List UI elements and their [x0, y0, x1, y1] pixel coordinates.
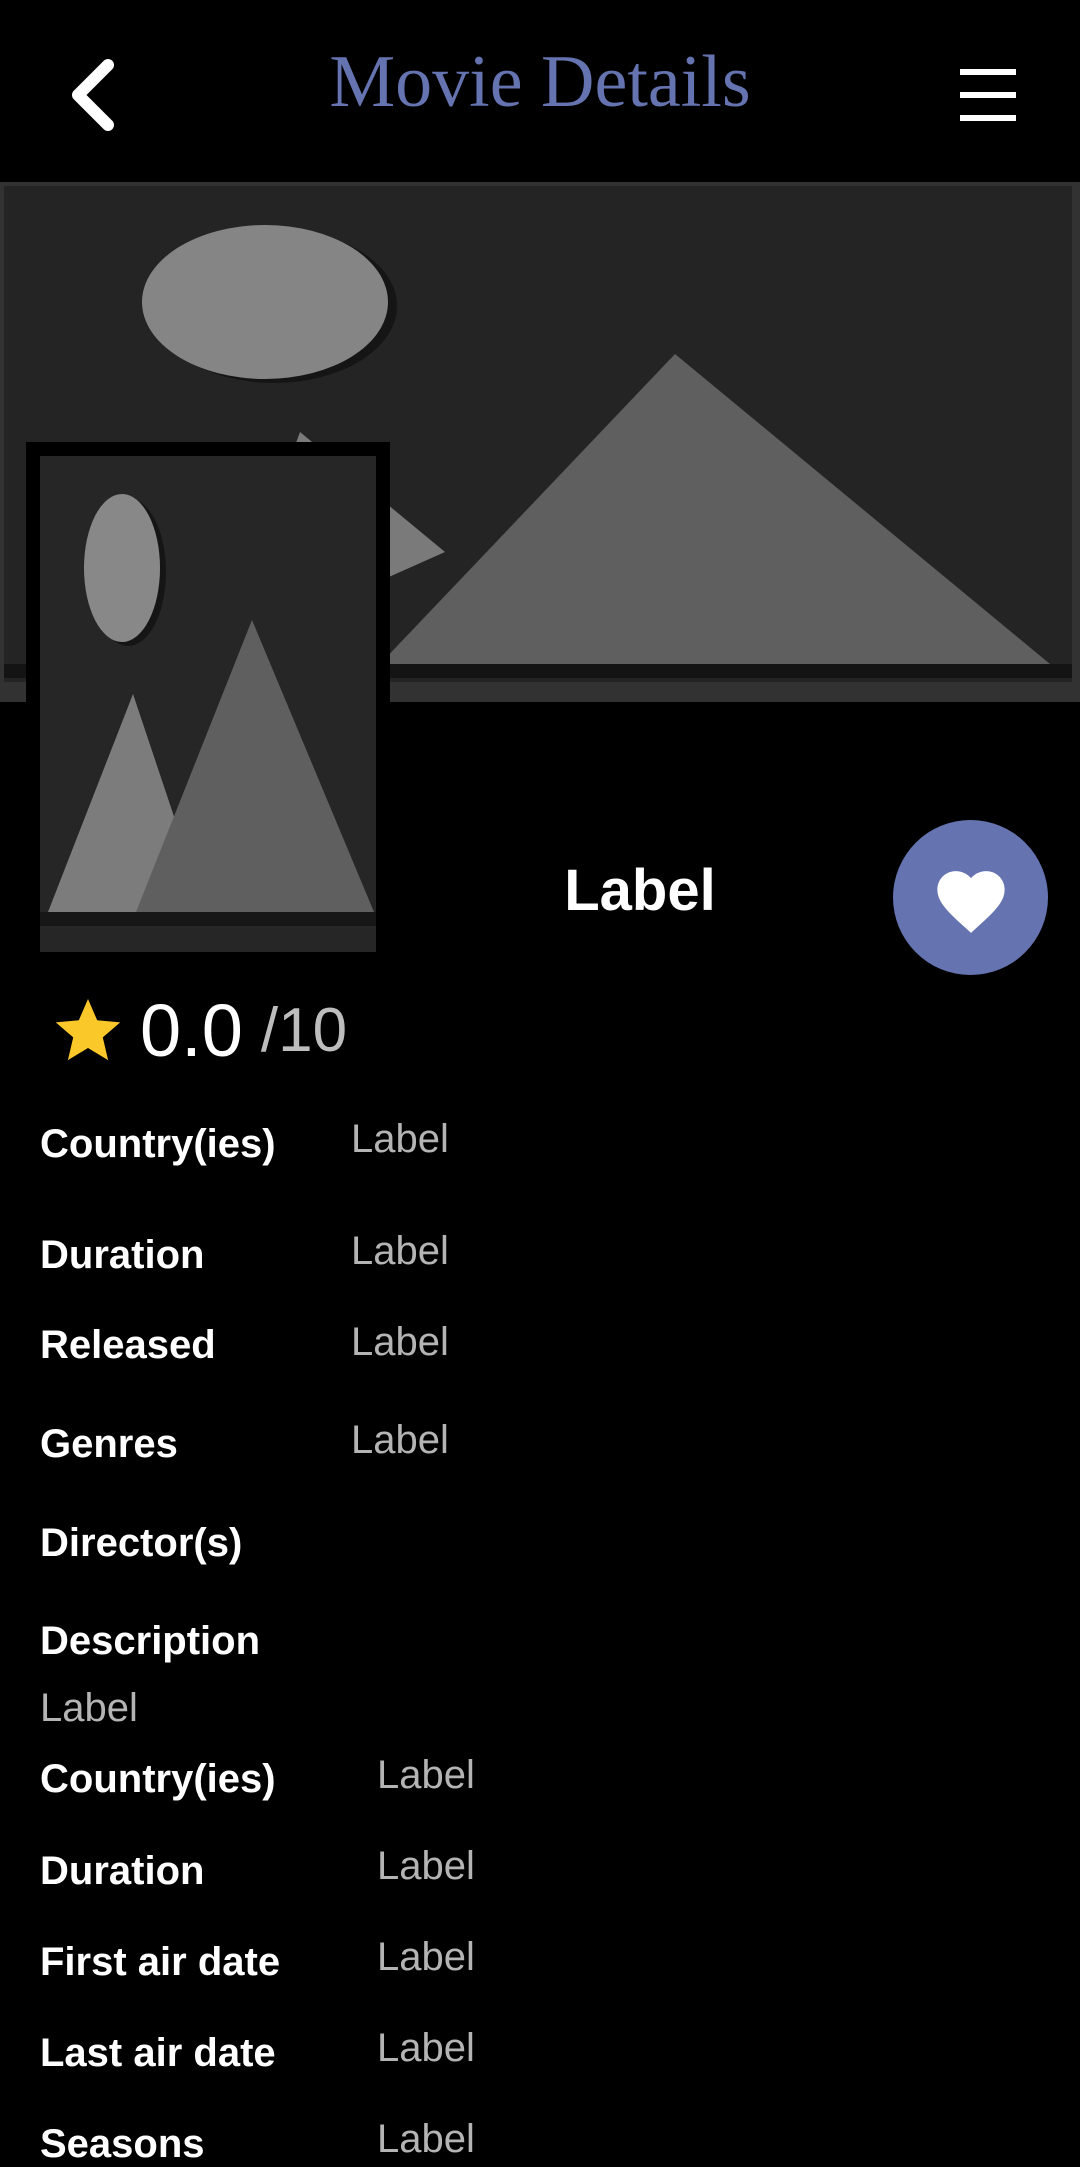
country-label: Country(ies) [40, 1122, 276, 1166]
tv-duration-label: Duration [40, 1849, 205, 1893]
genres-value: Label [351, 1418, 449, 1462]
rating-row: 0.0 /10 [52, 985, 347, 1075]
genres-label: Genres [40, 1422, 178, 1466]
poster-image [26, 442, 390, 952]
seasons-label: Seasons [40, 2122, 205, 2166]
description-label: Description [40, 1619, 261, 1663]
last-air-date-label: Last air date [40, 2031, 276, 2075]
released-label: Released [40, 1323, 216, 1367]
favorite-button[interactable] [893, 820, 1048, 975]
first-air-date-label: First air date [40, 1940, 281, 1984]
rating-max: /10 [260, 995, 348, 1065]
description-value: Label [40, 1686, 138, 1730]
tv-duration-value: Label [377, 1844, 475, 1888]
tv-country-value: Label [377, 1753, 475, 1797]
rating-value: 0.0 [140, 988, 243, 1072]
tv-country-label: Country(ies) [40, 1757, 276, 1801]
menu-button[interactable] [948, 60, 1028, 130]
last-air-date-value: Label [377, 2026, 475, 2070]
seasons-value: Label [377, 2117, 475, 2161]
duration-label: Duration [40, 1233, 205, 1277]
first-air-date-value: Label [377, 1935, 475, 1979]
released-value: Label [351, 1320, 449, 1364]
app-bar: Movie Details [0, 0, 1080, 182]
hamburger-menu-icon [960, 69, 1016, 121]
country-value: Label [351, 1117, 449, 1161]
star-icon [55, 998, 121, 1061]
duration-value: Label [351, 1229, 449, 1273]
heart-icon [936, 870, 1005, 933]
directors-label: Director(s) [40, 1521, 243, 1565]
image-placeholder-icon [26, 442, 390, 952]
page-title: Movie Details [329, 41, 751, 123]
movie-title: Label [564, 858, 716, 923]
